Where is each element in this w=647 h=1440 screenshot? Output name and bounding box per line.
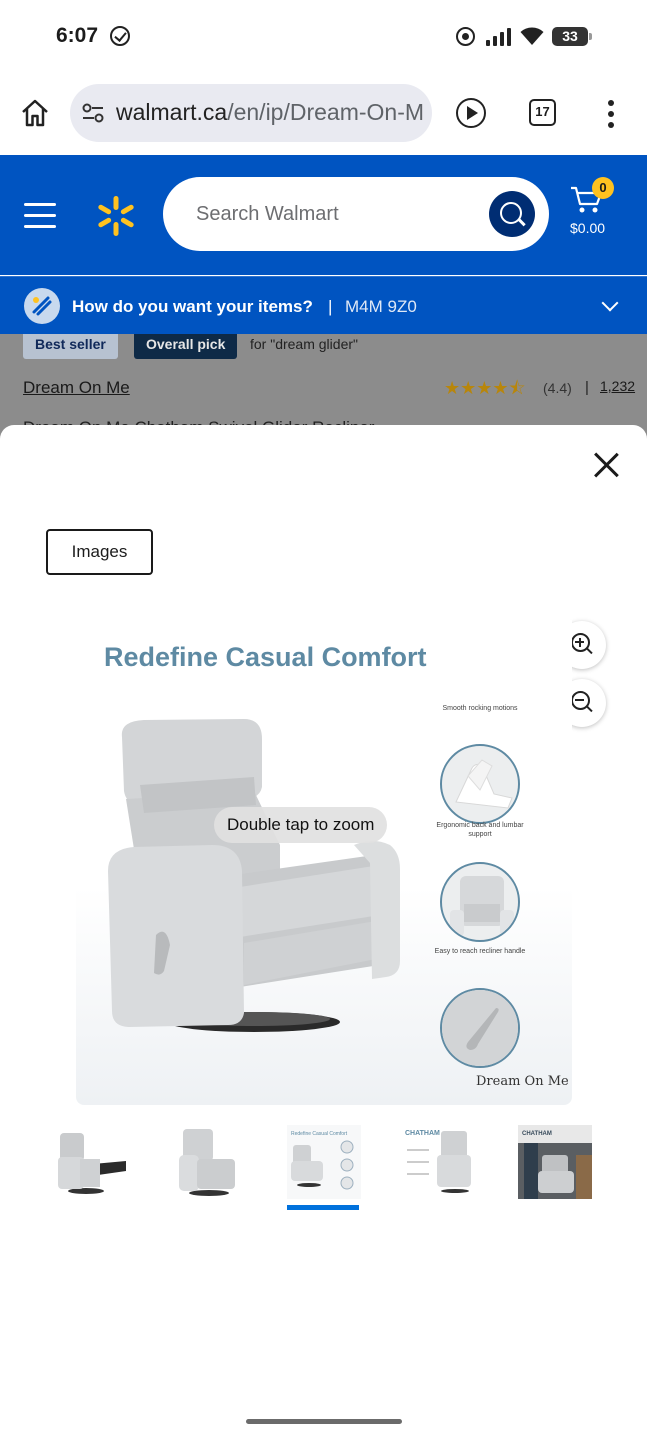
more-menu-icon[interactable] (606, 100, 616, 128)
thumbnail-strip: Redefine Casual Comfort CHATHAM CHATHAM (54, 1125, 594, 1215)
location-target-icon (456, 27, 475, 46)
walmart-spark-logo[interactable] (95, 195, 137, 237)
thumbnail-chair-front[interactable] (171, 1125, 245, 1199)
cart-button[interactable]: 0 $0.00 (566, 177, 626, 247)
feature-rocking-image (440, 744, 520, 824)
cart-count-badge: 0 (592, 177, 614, 199)
walmart-header: Search Walmart 0 $0.00 (0, 155, 647, 275)
postal-code: M4M 9Z0 (345, 297, 417, 316)
chevron-down-icon[interactable] (601, 294, 619, 312)
feature-label-ergonomic: Ergonomic back and lumbar support (436, 822, 524, 838)
address-bar[interactable]: walmart.ca/en/ip/Dream-On-M (70, 84, 432, 142)
thumbnail-redefine-casual-comfort[interactable]: Redefine Casual Comfort (287, 1125, 361, 1199)
status-bar: 6:07 33 (0, 0, 647, 72)
image-viewer-modal: Images Redefine Casual Comfort Smooth ro… (0, 425, 647, 1440)
thumbnail-chatham-room[interactable]: CHATHAM (518, 1125, 592, 1199)
hero-title: Redefine Casual Comfort (104, 642, 427, 672)
battery-icon: 33 (552, 27, 592, 46)
check-circle-icon (110, 26, 130, 46)
hamburger-menu-icon[interactable] (24, 203, 56, 228)
wifi-icon (520, 27, 544, 45)
thumbnail-label-chatham: CHATHAM (405, 1130, 440, 1137)
thumbnail-label-chatham-room: CHATHAM (522, 1131, 552, 1137)
site-settings-icon[interactable] (82, 103, 104, 123)
thumbnail-chair-reclined[interactable] (54, 1125, 128, 1199)
thumbnail-label-redefine: Redefine Casual Comfort (291, 1131, 348, 1137)
thumbnail-chatham-dimensions[interactable]: CHATHAM (403, 1125, 477, 1199)
feature-ergonomic-image (440, 862, 520, 942)
dream-on-me-logo: Dream On Me (476, 1074, 569, 1089)
home-icon[interactable] (20, 98, 50, 128)
feature-label-rocking: Smooth rocking motions (442, 705, 518, 712)
rating-separator: | (585, 379, 589, 396)
overall-pick-badge: Overall pick (134, 334, 238, 359)
delivery-bar[interactable]: How do you want your items? | M4M 9Z0 (0, 276, 647, 334)
cart-total: $0.00 (570, 220, 606, 236)
browser-toolbar: walmart.ca/en/ip/Dream-On-M 17 (0, 72, 647, 155)
url-path: /en/ip/Dream-On-M (227, 99, 425, 125)
main-product-image[interactable]: Redefine Casual Comfort Smooth rocking m… (76, 620, 572, 1105)
delivery-question: How do you want your items? (72, 297, 313, 316)
tab-switcher-button[interactable]: 17 (529, 99, 556, 126)
brand-link[interactable]: Dream On Me (23, 378, 130, 398)
search-input[interactable]: Search Walmart (163, 177, 549, 251)
tab-images[interactable]: Images (46, 529, 153, 575)
url-text: walmart.ca/en/ip/Dream-On-M (116, 99, 424, 126)
search-icon[interactable] (489, 191, 535, 237)
reviews-link[interactable]: 1,232 (600, 378, 635, 394)
play-icon[interactable] (456, 98, 486, 128)
recliner-chair-image (108, 719, 400, 1032)
url-host: walmart.ca (116, 99, 228, 125)
double-tap-hint: Double tap to zoom (214, 807, 388, 843)
search-placeholder: Search Walmart (196, 203, 339, 225)
rating-value: (4.4) (543, 380, 572, 396)
clock: 6:07 (56, 24, 99, 47)
best-seller-badge: Best seller (23, 334, 118, 359)
star-rating-icon: ★★★★⯪ (444, 378, 526, 398)
delivery-icon (24, 288, 60, 324)
feature-handle-image (440, 988, 520, 1068)
signal-icon (486, 28, 512, 46)
selected-thumbnail-indicator (287, 1205, 359, 1210)
gesture-bar[interactable] (246, 1419, 402, 1424)
delivery-separator: | (328, 297, 333, 316)
close-icon[interactable] (592, 451, 620, 479)
feature-label-handle: Easy to reach recliner handle (434, 948, 526, 955)
pick-context: for "dream glider" (250, 336, 358, 352)
